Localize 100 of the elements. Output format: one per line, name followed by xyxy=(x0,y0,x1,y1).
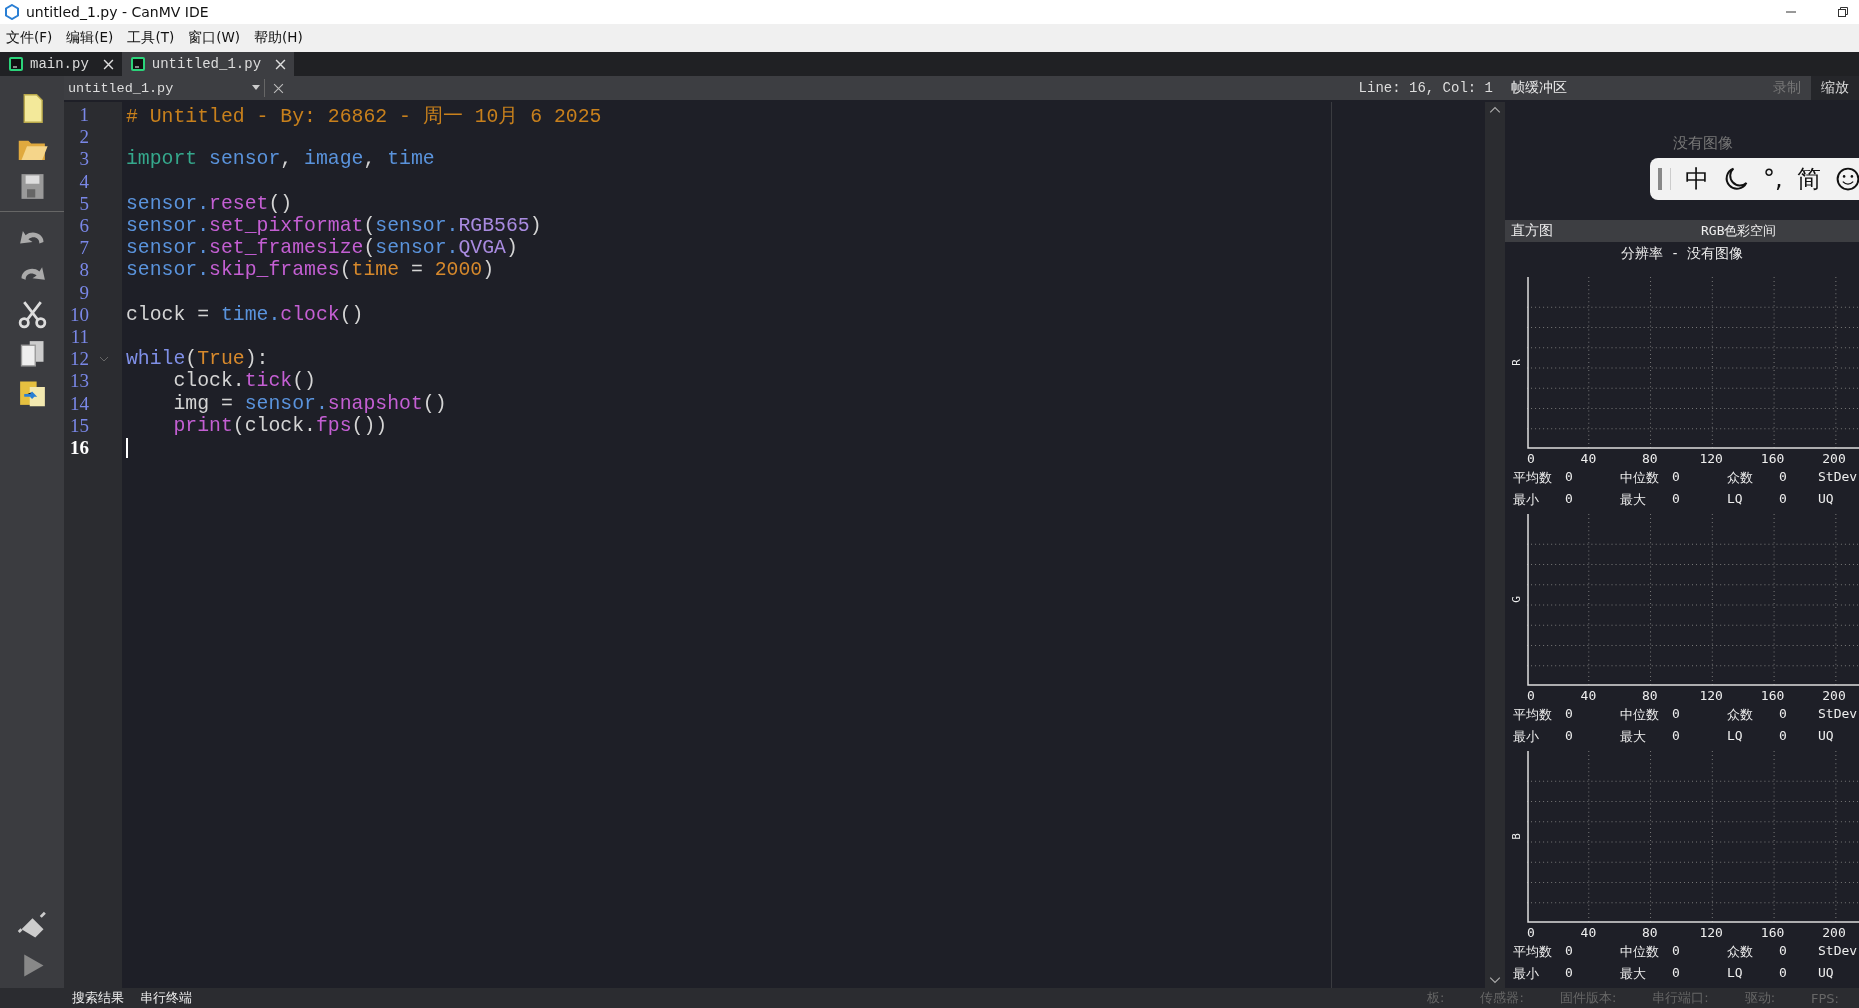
line-number: 16 xyxy=(69,436,89,459)
status-label: 固件版本: xyxy=(1559,989,1617,1007)
close-icon[interactable] xyxy=(273,82,284,94)
menu-item[interactable]: 窗口(W) xyxy=(188,29,241,47)
zoom-button[interactable]: 缩放 xyxy=(1811,76,1859,100)
menu-item[interactable]: 工具(T) xyxy=(127,29,175,47)
stat-value: 0 xyxy=(1779,964,1787,982)
line-number: 12 xyxy=(69,348,89,371)
stat-label: LQ xyxy=(1727,490,1744,508)
dropdown-caret-icon xyxy=(252,85,260,91)
ime-item[interactable]: 中 xyxy=(1685,163,1709,195)
axis-tick-label: 40 xyxy=(1580,924,1597,940)
stat-value: 0 xyxy=(1779,727,1787,745)
line-number: 7 xyxy=(78,237,89,260)
resolution-text: 分辨率 - 没有图像 xyxy=(1619,243,1745,263)
stat-label: UQ xyxy=(1818,727,1835,745)
color-space-selector[interactable]: RGB色彩空间 xyxy=(1701,221,1777,240)
cursor-position: Line: 16, Col: 1 xyxy=(1358,80,1493,96)
stat-label: 最大 xyxy=(1620,964,1647,983)
stat-value: 0 xyxy=(1672,490,1680,508)
stat-value: 0 xyxy=(1565,727,1573,745)
line-number: 2 xyxy=(78,126,89,149)
stat-label: 众数 xyxy=(1727,705,1754,724)
output-tab[interactable]: 搜索结果 xyxy=(72,989,124,1007)
axis-tick-label: 120 xyxy=(1699,924,1723,940)
app-logo-icon xyxy=(4,4,20,20)
stat-label: 平均数 xyxy=(1513,705,1553,724)
stat-value: 0 xyxy=(1779,490,1787,508)
stat-label: UQ xyxy=(1818,964,1835,982)
stat-value: 0 xyxy=(1565,964,1573,982)
ime-toolbar[interactable]: 中 °, 简 xyxy=(1650,158,1859,200)
status-label: 传感器: xyxy=(1480,989,1524,1007)
axis-tick-label: 200 xyxy=(1822,924,1846,940)
stat-label: StDev xyxy=(1818,942,1859,960)
stat-label: 最小 xyxy=(1513,727,1540,746)
python-file-icon xyxy=(129,56,146,72)
menu-item[interactable]: 帮助(H) xyxy=(254,29,303,47)
output-tab[interactable]: 串行终端 xyxy=(140,989,192,1007)
code-line: sensor.set_pixformat(sensor.RGB565) xyxy=(126,215,542,238)
stat-label: 最小 xyxy=(1513,490,1540,509)
axis-tick-label: 160 xyxy=(1760,687,1785,703)
ime-item[interactable]: 简 xyxy=(1796,163,1821,195)
close-icon[interactable] xyxy=(102,58,114,70)
menu-item[interactable]: 文件(F) xyxy=(6,29,53,47)
moon-icon[interactable] xyxy=(1723,166,1749,192)
code-line: clock.tick() xyxy=(172,370,316,393)
axis-label: B xyxy=(1509,832,1523,843)
ime-item[interactable]: °, xyxy=(1763,165,1783,193)
stat-value: 0 xyxy=(1672,942,1680,960)
file-tab[interactable]: untitled_1.py xyxy=(121,52,295,76)
code-line: sensor.reset() xyxy=(126,192,293,215)
axis-tick-label: 40 xyxy=(1580,687,1597,703)
line-number: 5 xyxy=(78,192,89,215)
axis-tick-label: 160 xyxy=(1760,924,1785,940)
axis-tick-label: 40 xyxy=(1580,450,1597,466)
line-number: 3 xyxy=(78,148,89,171)
close-icon[interactable] xyxy=(275,58,287,70)
stat-value: 0 xyxy=(1672,705,1680,723)
scroll-up-icon[interactable] xyxy=(1489,106,1501,114)
stat-value: 0 xyxy=(1672,468,1680,486)
code-line: clock = time.clock() xyxy=(126,303,364,326)
panel-title: 帧缓冲区 xyxy=(1511,79,1567,97)
scroll-down-icon[interactable] xyxy=(1489,976,1501,984)
code-line: while(True): xyxy=(126,348,269,371)
code-line: sensor.skip_frames(time = 2000) xyxy=(126,259,495,282)
fold-icon[interactable] xyxy=(99,356,109,363)
stat-value: 0 xyxy=(1565,490,1573,508)
code-line: img = sensor.snapshot() xyxy=(172,392,447,415)
stat-label: 众数 xyxy=(1727,942,1754,961)
file-tab[interactable]: main.py xyxy=(0,52,122,76)
stat-label: LQ xyxy=(1727,727,1744,745)
axis-label: R xyxy=(1509,358,1523,368)
menu-item[interactable]: 编辑(E) xyxy=(66,29,114,47)
axis-label: G xyxy=(1509,595,1523,605)
stat-label: StDev xyxy=(1818,468,1859,486)
line-number: 8 xyxy=(78,259,89,282)
stat-label: StDev xyxy=(1818,705,1859,723)
stat-label: 最小 xyxy=(1513,964,1540,983)
stat-label: 平均数 xyxy=(1513,942,1553,961)
axis-tick-label: 120 xyxy=(1699,450,1723,466)
status-label: 驱动: xyxy=(1744,989,1776,1007)
stat-value: 0 xyxy=(1672,964,1680,982)
axis-tick-label: 200 xyxy=(1822,687,1846,703)
stat-label: 最大 xyxy=(1620,727,1647,746)
restore-icon[interactable] xyxy=(1837,6,1849,18)
status-label: FPS: xyxy=(1811,990,1839,1006)
stat-label: LQ xyxy=(1727,964,1744,982)
window-title: untitled_1.py - CanMV IDE xyxy=(26,4,209,20)
axis-tick-label: 0 xyxy=(1527,924,1535,940)
line-number: 6 xyxy=(78,215,89,238)
panel-title: 直方图 xyxy=(1511,221,1553,240)
status-label: 板: xyxy=(1427,989,1445,1007)
stat-value: 0 xyxy=(1672,727,1680,745)
smiley-icon[interactable] xyxy=(1834,166,1859,192)
line-number: 10 xyxy=(69,303,89,326)
stat-value: 0 xyxy=(1565,468,1573,486)
stat-label: 平均数 xyxy=(1513,468,1553,487)
line-number: 9 xyxy=(78,281,89,304)
stat-label: 最大 xyxy=(1620,490,1647,509)
file-selector[interactable]: untitled_1.py xyxy=(64,79,265,97)
